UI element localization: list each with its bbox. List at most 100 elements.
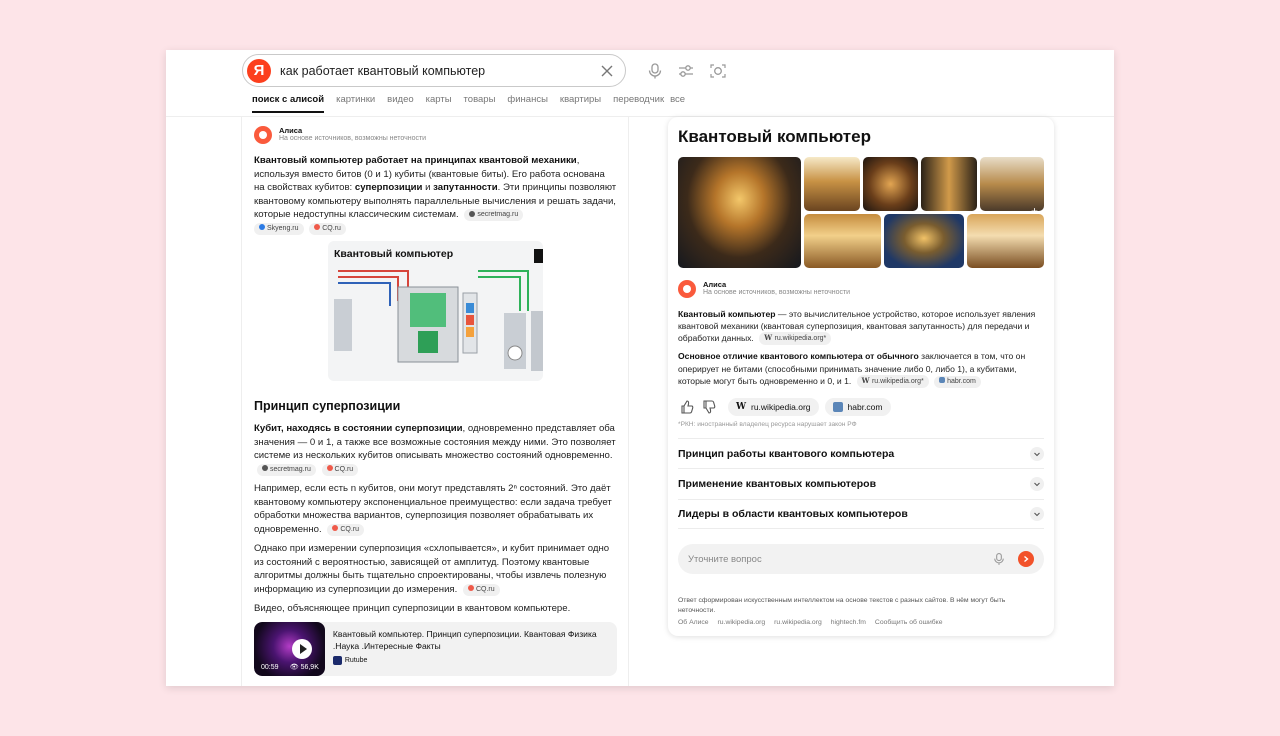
gallery-image[interactable] <box>967 214 1044 268</box>
summary-paragraph-1: Квантовый компьютер — это вычислительное… <box>678 308 1044 346</box>
follow-up-input[interactable]: Уточните вопрос <box>678 544 1044 575</box>
source-badge-skyeng[interactable]: Skyeng.ru <box>254 222 304 235</box>
source-pill-habr[interactable]: habr.com <box>824 397 891 416</box>
bold-text: суперпозиции <box>354 182 423 193</box>
tab-apartments[interactable]: квартиры <box>560 94 601 113</box>
wikipedia-icon: W <box>735 401 747 412</box>
diagram-image <box>334 249 543 371</box>
text: Однако при измерении суперпозиция «схлоп… <box>254 543 610 595</box>
answer-actions: Wru.wikipedia.org habr.com <box>678 397 1044 416</box>
alice-header: Алиса На основе источников, возможны нет… <box>678 280 1044 298</box>
source-label: secretmag.ru <box>477 211 519 218</box>
arrow-right-icon <box>1024 556 1029 563</box>
source-badge-cq[interactable]: CQ.ru <box>327 523 364 536</box>
skyeng-icon <box>259 224 265 230</box>
source-label: habr.com <box>947 377 976 385</box>
tab-alice-search[interactable]: поиск с алисой <box>252 94 325 113</box>
video-thumbnail[interactable]: 00:59 👁 56,9K <box>254 621 325 676</box>
source-label: CQ.ru <box>334 465 354 473</box>
gallery-image[interactable] <box>921 157 977 211</box>
source-badge-cq[interactable]: CQ.ru <box>321 463 359 476</box>
bold-text: Кубит, находясь в состоянии суперпозиции <box>254 423 463 434</box>
search-input[interactable]: как работает квантовый компьютер <box>280 64 599 78</box>
alice-name: Алиса <box>279 126 303 135</box>
wikipedia-icon: W <box>764 333 775 343</box>
tab-finance[interactable]: финансы <box>507 94 547 113</box>
filters-icon[interactable] <box>677 62 695 80</box>
video-views: 👁 56,9K <box>290 663 319 671</box>
tab-all[interactable]: все <box>670 94 685 113</box>
tab-maps[interactable]: карты <box>426 94 452 113</box>
video-info: Квантовый компьютер. Принцип суперпозици… <box>325 622 617 676</box>
pill-label: ru.wikipedia.org <box>751 401 811 412</box>
chevron-down-icon[interactable] <box>1030 477 1044 492</box>
quantum-computer-diagram[interactable]: Квантовый компьютер <box>328 241 543 381</box>
accordion-item-applications[interactable]: Применение квантовых компьютеров <box>678 468 1044 499</box>
bold-text: Квантовый компьютер <box>678 309 776 319</box>
accordion-item-principle[interactable]: Принцип работы квантового компьютера <box>678 437 1044 469</box>
gallery-image[interactable] <box>804 214 881 268</box>
source-badge-wikipedia[interactable]: W ru.wikipedia.org* <box>759 332 832 346</box>
source-label: CQ.ru <box>340 525 359 533</box>
rkn-notice: *РКН: иностранный владелец ресурса наруш… <box>678 420 857 428</box>
habr-icon <box>832 401 843 412</box>
play-icon[interactable] <box>292 638 312 659</box>
alice-disclaimer: На основе источников, возможны неточност… <box>703 289 851 296</box>
video-title[interactable]: Квантовый компьютер. Принцип суперпозици… <box>333 628 609 652</box>
source-badge-cq[interactable]: CQ.ru <box>462 583 500 596</box>
answer-paragraph-3: Например, если есть n кубитов, они могут… <box>254 482 617 536</box>
summary-paragraph-2: Основное отличие квантового компьютера о… <box>678 350 1044 388</box>
footer-link-about-alice[interactable]: Об Алисе <box>678 619 709 626</box>
video-duration: 00:59 <box>261 663 279 671</box>
tab-translator[interactable]: переводчик <box>613 94 664 113</box>
alice-logo-icon <box>678 280 696 298</box>
section-heading: Принцип суперпозиции <box>254 399 401 413</box>
gallery-image[interactable] <box>980 157 1044 211</box>
accordion-item-leaders[interactable]: Лидеры в области квантовых компьютеров <box>678 498 1044 530</box>
answer-paragraph-2: Кубит, находясь в состоянии суперпозиции… <box>254 422 617 476</box>
thumbs-down-icon[interactable] <box>700 398 718 416</box>
gallery-image[interactable] <box>804 157 860 211</box>
tab-video[interactable]: видео <box>387 94 413 113</box>
cq-icon <box>314 224 321 230</box>
source-badge-wikipedia[interactable]: W ru.wikipedia.org* <box>856 374 929 388</box>
gallery-image[interactable] <box>678 157 801 268</box>
footer-link-report-error[interactable]: Сообщить об ошибке <box>875 619 943 626</box>
send-button[interactable] <box>1018 551 1034 568</box>
ai-disclaimer: Ответ сформирован искусственным интеллек… <box>678 597 1006 614</box>
gallery-image[interactable] <box>884 214 964 268</box>
source-badge-secretmag[interactable]: secretmag.ru <box>464 209 524 221</box>
thumbs-up-icon[interactable] <box>678 398 696 416</box>
wikipedia-icon: W <box>861 375 872 385</box>
camera-search-icon[interactable] <box>709 62 727 80</box>
plus-icon[interactable]: + <box>1031 204 1038 218</box>
tab-images[interactable]: картинки <box>336 94 375 113</box>
text: Например, если есть n кубитов, они могут… <box>254 483 612 535</box>
source-badge-cq[interactable]: CQ.ru <box>309 222 346 235</box>
source-pill-wikipedia[interactable]: Wru.wikipedia.org <box>728 397 819 416</box>
microphone-icon[interactable] <box>992 552 1006 566</box>
source-badge-secretmag[interactable]: secretmag.ru <box>257 463 316 476</box>
cq-icon <box>332 525 339 531</box>
microphone-icon[interactable] <box>646 62 664 80</box>
video-card[interactable]: 00:59 👁 56,9K Квантовый компьютер. Принц… <box>254 621 617 676</box>
secretmag-icon <box>262 465 268 471</box>
text: и <box>422 182 434 193</box>
footer-link-source[interactable]: hightech.fm <box>831 619 866 626</box>
search-bar[interactable]: Я как работает квантовый компьютер <box>242 54 626 87</box>
chevron-down-icon[interactable] <box>1030 507 1044 522</box>
yandex-logo[interactable]: Я <box>247 58 271 83</box>
follow-up-placeholder[interactable]: Уточните вопрос <box>688 554 992 565</box>
accordion-label: Применение квантовых компьютеров <box>678 478 877 491</box>
bold-text: запутанности <box>433 182 498 193</box>
chevron-down-icon[interactable] <box>1030 446 1044 461</box>
gallery-image[interactable] <box>863 157 918 211</box>
accordion-label: Принцип работы квантового компьютера <box>678 447 895 460</box>
tab-products[interactable]: товары <box>464 94 496 113</box>
footer-link-source[interactable]: ru.wikipedia.org <box>718 619 766 626</box>
alice-header: Алиса На основе источников, возможны нет… <box>254 126 617 144</box>
cq-icon <box>467 585 474 591</box>
footer-link-source[interactable]: ru.wikipedia.org <box>774 619 822 626</box>
source-badge-habr[interactable]: habr.com <box>934 375 981 388</box>
close-icon[interactable] <box>599 63 615 79</box>
